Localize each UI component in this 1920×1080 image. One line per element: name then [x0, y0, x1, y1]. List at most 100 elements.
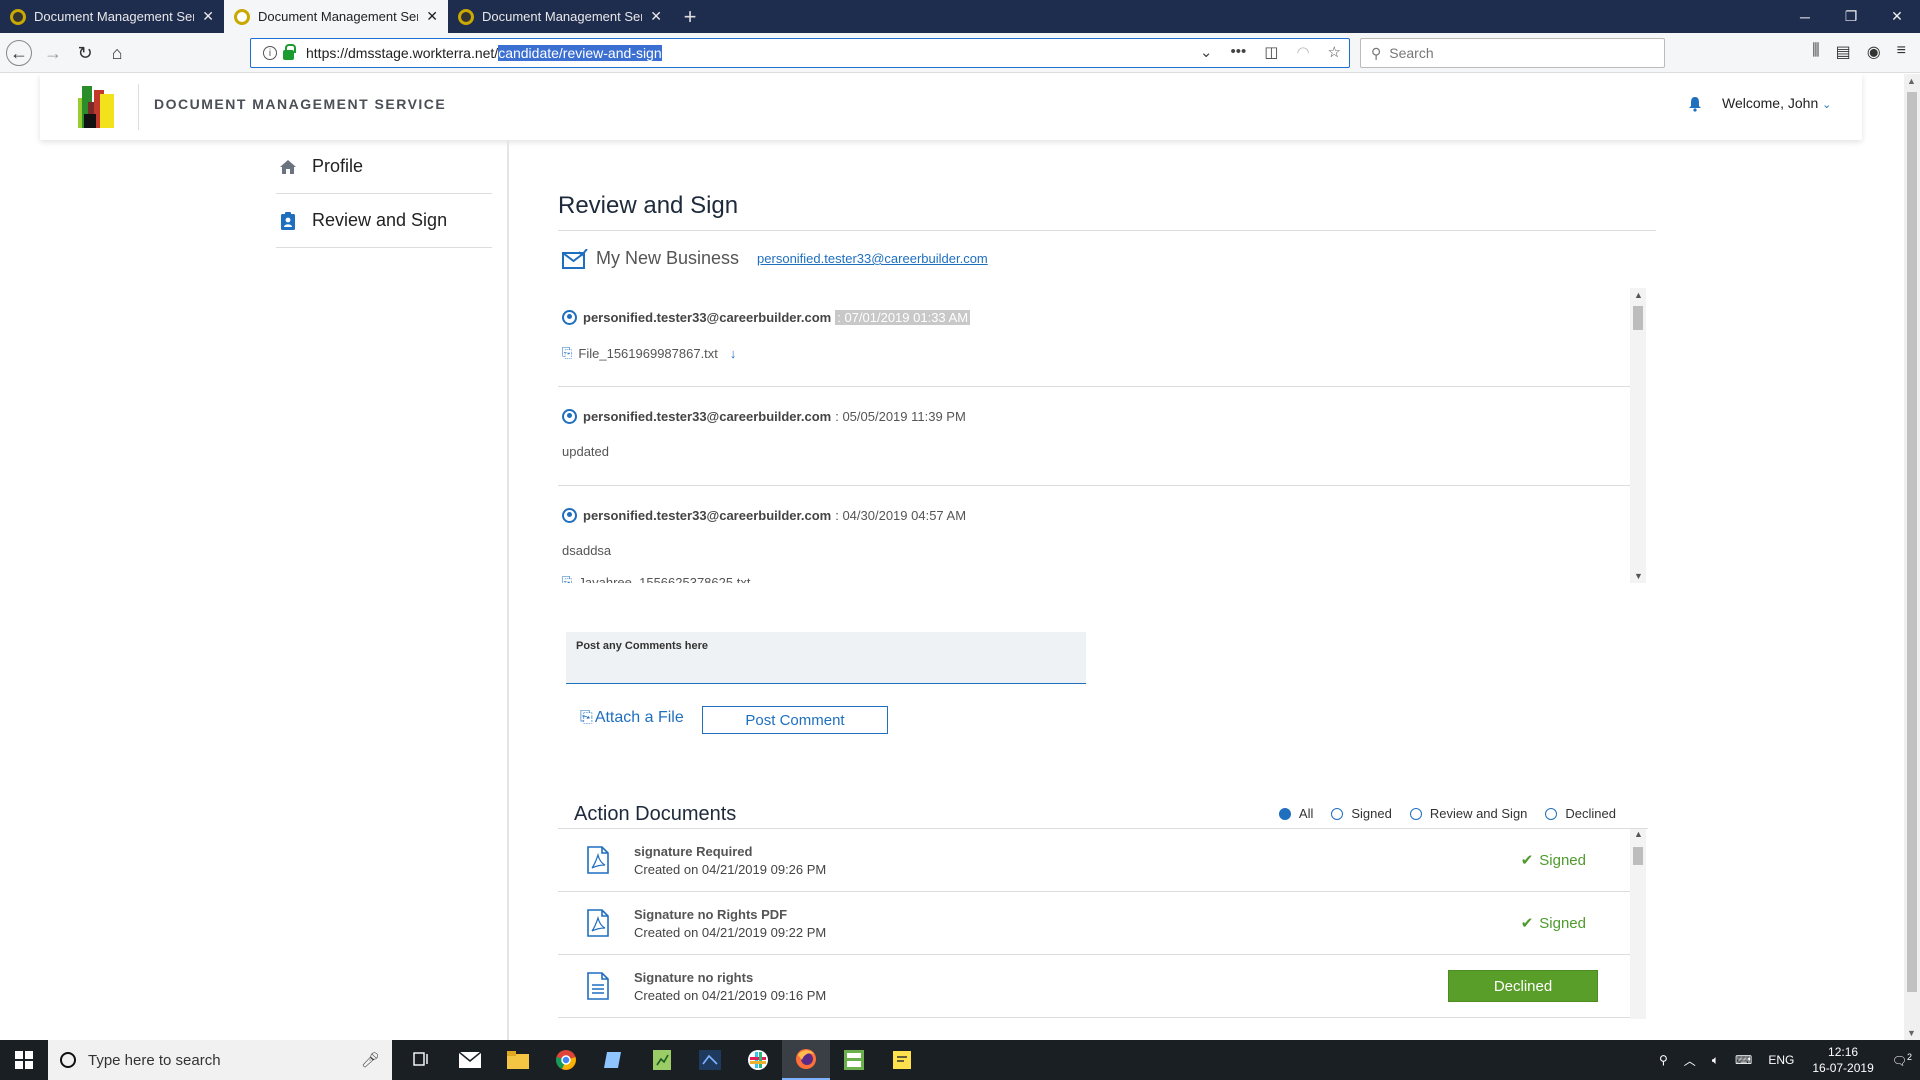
browser-search-input[interactable]: ⚲ Search — [1360, 38, 1665, 68]
bookmark-star-icon[interactable]: ☆ — [1328, 43, 1341, 61]
spreadsheet-app-icon[interactable] — [638, 1040, 686, 1080]
people-icon[interactable]: ⚲ — [1659, 1053, 1668, 1067]
chevron-down-icon[interactable]: ⌄ — [1200, 43, 1213, 61]
document-row[interactable]: Signature no rights Created on 04/21/2019… — [558, 955, 1630, 1018]
message-author: personified.tester33@careerbuilder.com — [583, 508, 832, 523]
scroll-up-icon[interactable]: ▲ — [1634, 829, 1643, 839]
library-icon[interactable]: ⫼ — [1812, 42, 1819, 62]
thread-message: personified.tester33@careerbuilder.com: … — [558, 387, 1630, 486]
search-icon: ⚲ — [1371, 44, 1382, 61]
filter-label: Signed — [1351, 806, 1392, 821]
browser-tab[interactable]: Document Management Servic ✕ — [448, 0, 672, 33]
user-icon — [562, 508, 577, 523]
mail-app-icon[interactable] — [446, 1040, 494, 1080]
scroll-thumb[interactable] — [1633, 306, 1643, 330]
status-text: Signed — [1539, 851, 1586, 869]
scroll-down-icon[interactable]: ▼ — [1634, 571, 1643, 581]
pocket-icon[interactable]: ◫ — [1264, 43, 1278, 61]
thread-scrollbar[interactable]: ▲ ▼ — [1630, 288, 1646, 583]
sticky-notes-icon[interactable] — [878, 1040, 926, 1080]
restore-icon[interactable]: ❐ — [1828, 0, 1874, 33]
scroll-down-icon[interactable]: ▼ — [1907, 1028, 1916, 1038]
filter-all[interactable]: All — [1278, 806, 1313, 821]
post-comment-button[interactable]: Post Comment — [702, 706, 888, 734]
sidebar: Profile Review and Sign — [276, 140, 492, 248]
browser-tab-active[interactable]: Document Management Servic ✕ — [224, 0, 448, 33]
close-window-icon[interactable]: ✕ — [1874, 0, 1920, 33]
menu-icon[interactable]: ≡ — [1897, 42, 1906, 62]
site-favicon-icon — [10, 8, 26, 25]
system-tray: ⚲ ︿ 🔈︎ ⌨ ENG 12:16 16-07-2019 🗨︎2 — [1651, 1040, 1920, 1080]
scroll-thumb[interactable] — [1907, 92, 1917, 992]
business-name: My New Business — [596, 248, 740, 268]
document-name: Signature no rights — [634, 969, 754, 985]
back-arrow-icon[interactable]: ← — [6, 40, 32, 66]
account-icon[interactable]: ◉ — [1867, 42, 1881, 62]
sidebar-icon[interactable]: ▤ — [1836, 42, 1851, 62]
thread-message: personified.tester33@careerbuilder.com: … — [558, 486, 1630, 583]
notification-bell-icon[interactable] — [1688, 96, 1702, 112]
minimize-icon[interactable]: ─ — [1782, 0, 1828, 33]
message-date: : 04/30/2019 04:57 AM — [835, 508, 967, 523]
document-created: Created on 04/21/2019 09:26 PM — [634, 861, 827, 877]
window-controls: ─ ❐ ✕ — [1782, 0, 1920, 33]
chevron-up-icon[interactable]: ︿ — [1684, 1052, 1696, 1069]
keyboard-icon[interactable]: ⌨ — [1735, 1053, 1752, 1067]
scroll-up-icon[interactable]: ▲ — [1907, 76, 1916, 86]
attach-file-link[interactable]: ⎘ Attach a File — [580, 709, 684, 727]
browser-tab[interactable]: Document Management Servic ✕ — [0, 0, 224, 33]
more-actions-icon[interactable]: ••• — [1231, 43, 1247, 61]
sidebar-item-review-and-sign[interactable]: Review and Sign — [276, 194, 492, 248]
task-view-icon[interactable] — [398, 1040, 446, 1080]
action-center-icon[interactable]: 🗨︎2 — [1892, 1052, 1912, 1068]
microphone-icon[interactable]: 🎤︎ — [361, 1051, 380, 1069]
windows-start-icon[interactable] — [0, 1040, 48, 1080]
attachment-name[interactable]: Javahree_1556625378625.txt — [578, 575, 750, 584]
notepad-app-icon[interactable] — [590, 1040, 638, 1080]
pdf-icon — [587, 909, 609, 937]
filter-label: Review and Sign — [1429, 806, 1528, 821]
message-body: dsaddsa — [562, 543, 612, 558]
scroll-up-icon[interactable]: ▲ — [1634, 290, 1643, 300]
close-tab-icon[interactable]: ✕ — [650, 8, 662, 25]
volume-icon[interactable]: 🔈︎ — [1712, 1053, 1719, 1068]
info-icon[interactable]: i — [263, 46, 277, 60]
taskbar-search-input[interactable]: Type here to search 🎤︎ — [48, 1040, 392, 1080]
filter-review-and-sign[interactable]: Review and Sign — [1409, 806, 1528, 821]
document-row[interactable]: signature Required Created on 04/21/2019 … — [558, 829, 1630, 892]
attachment-name[interactable]: File_1561969987867.txt — [578, 346, 718, 361]
close-tab-icon[interactable]: ✕ — [202, 8, 214, 25]
code-editor-icon[interactable] — [686, 1040, 734, 1080]
filter-signed[interactable]: Signed — [1331, 806, 1392, 821]
paperclip-icon: ⎘ — [580, 709, 593, 726]
filter-label: Declined — [1565, 806, 1616, 821]
calculator-app-icon[interactable] — [830, 1040, 878, 1080]
paperclip-icon: ⎘ — [562, 574, 573, 583]
slack-icon[interactable] — [734, 1040, 782, 1080]
lock-icon — [283, 44, 296, 60]
cortana-icon — [60, 1052, 76, 1068]
close-tab-icon[interactable]: ✕ — [426, 8, 438, 25]
filter-declined[interactable]: Declined — [1545, 806, 1616, 821]
url-bar[interactable]: i https://dmsstage.workterra.net/candida… — [250, 38, 1350, 68]
home-icon[interactable]: ⌂ — [104, 40, 130, 66]
scroll-thumb[interactable] — [1633, 847, 1643, 865]
chrome-icon[interactable] — [542, 1040, 590, 1080]
download-arrow-icon[interactable]: ↓ — [730, 346, 737, 361]
business-email-link[interactable]: personified.tester33@careerbuilder.com — [757, 251, 988, 266]
comment-input[interactable]: Post any Comments here — [566, 632, 1086, 684]
clock[interactable]: 12:16 16-07-2019 — [1812, 1044, 1873, 1076]
reload-icon[interactable]: ↻ — [72, 40, 98, 66]
firefox-icon[interactable] — [782, 1040, 830, 1080]
file-explorer-icon[interactable] — [494, 1040, 542, 1080]
page-scrollbar[interactable]: ▲ ▼ — [1904, 74, 1920, 1040]
new-tab-button[interactable]: + — [672, 0, 708, 33]
sidebar-item-profile[interactable]: Profile — [276, 140, 492, 194]
reader-icon[interactable]: ◠ — [1296, 43, 1309, 61]
document-row[interactable]: Signature no Rights PDF Created on 04/21/… — [558, 892, 1630, 955]
documents-scrollbar[interactable]: ▲ — [1630, 829, 1646, 1019]
chevron-down-icon: ⌄ — [1822, 99, 1832, 111]
forward-arrow-icon[interactable]: → — [40, 40, 66, 66]
user-menu[interactable]: Welcome, John ⌄ — [1722, 95, 1831, 111]
language-indicator[interactable]: ENG — [1768, 1053, 1794, 1067]
